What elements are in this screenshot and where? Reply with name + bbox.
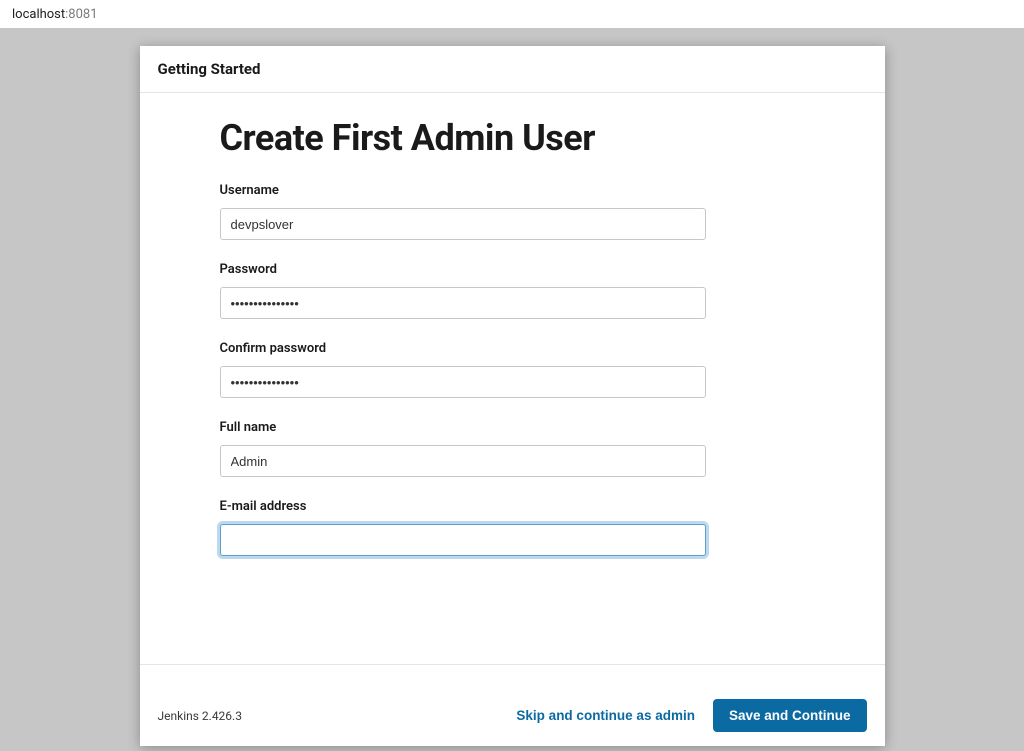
password-input[interactable] xyxy=(220,287,706,319)
wizard-card: Getting Started Create First Admin User … xyxy=(140,46,885,746)
address-port: :8081 xyxy=(65,7,97,22)
confirm-password-input[interactable] xyxy=(220,366,706,398)
skip-button[interactable]: Skip and continue as admin xyxy=(512,702,699,729)
form-group-confirm-password: Confirm password xyxy=(220,341,805,398)
email-label: E-mail address xyxy=(220,499,805,514)
save-and-continue-button[interactable]: Save and Continue xyxy=(713,699,867,732)
version-text: Jenkins 2.426.3 xyxy=(158,709,242,723)
form-group-full-name: Full name xyxy=(220,420,805,477)
page-background: Getting Started Create First Admin User … xyxy=(0,28,1024,751)
wizard-body: Create First Admin User Username Passwor… xyxy=(140,93,885,664)
address-bar[interactable]: localhost:8081 xyxy=(0,0,1024,28)
wizard-footer: Jenkins 2.426.3 Skip and continue as adm… xyxy=(140,664,885,746)
address-host: localhost xyxy=(12,7,65,22)
form-group-username: Username xyxy=(220,183,805,240)
password-label: Password xyxy=(220,262,805,277)
email-input[interactable] xyxy=(220,524,706,556)
full-name-label: Full name xyxy=(220,420,805,435)
footer-actions: Skip and continue as admin Save and Cont… xyxy=(512,699,866,732)
confirm-password-label: Confirm password xyxy=(220,341,805,356)
page-title: Create First Admin User xyxy=(220,117,805,159)
form-group-email: E-mail address xyxy=(220,499,805,556)
wizard-header: Getting Started xyxy=(140,46,885,93)
username-label: Username xyxy=(220,183,805,198)
username-input[interactable] xyxy=(220,208,706,240)
full-name-input[interactable] xyxy=(220,445,706,477)
form-group-password: Password xyxy=(220,262,805,319)
footer-bottom: Jenkins 2.426.3 Skip and continue as adm… xyxy=(158,679,867,732)
